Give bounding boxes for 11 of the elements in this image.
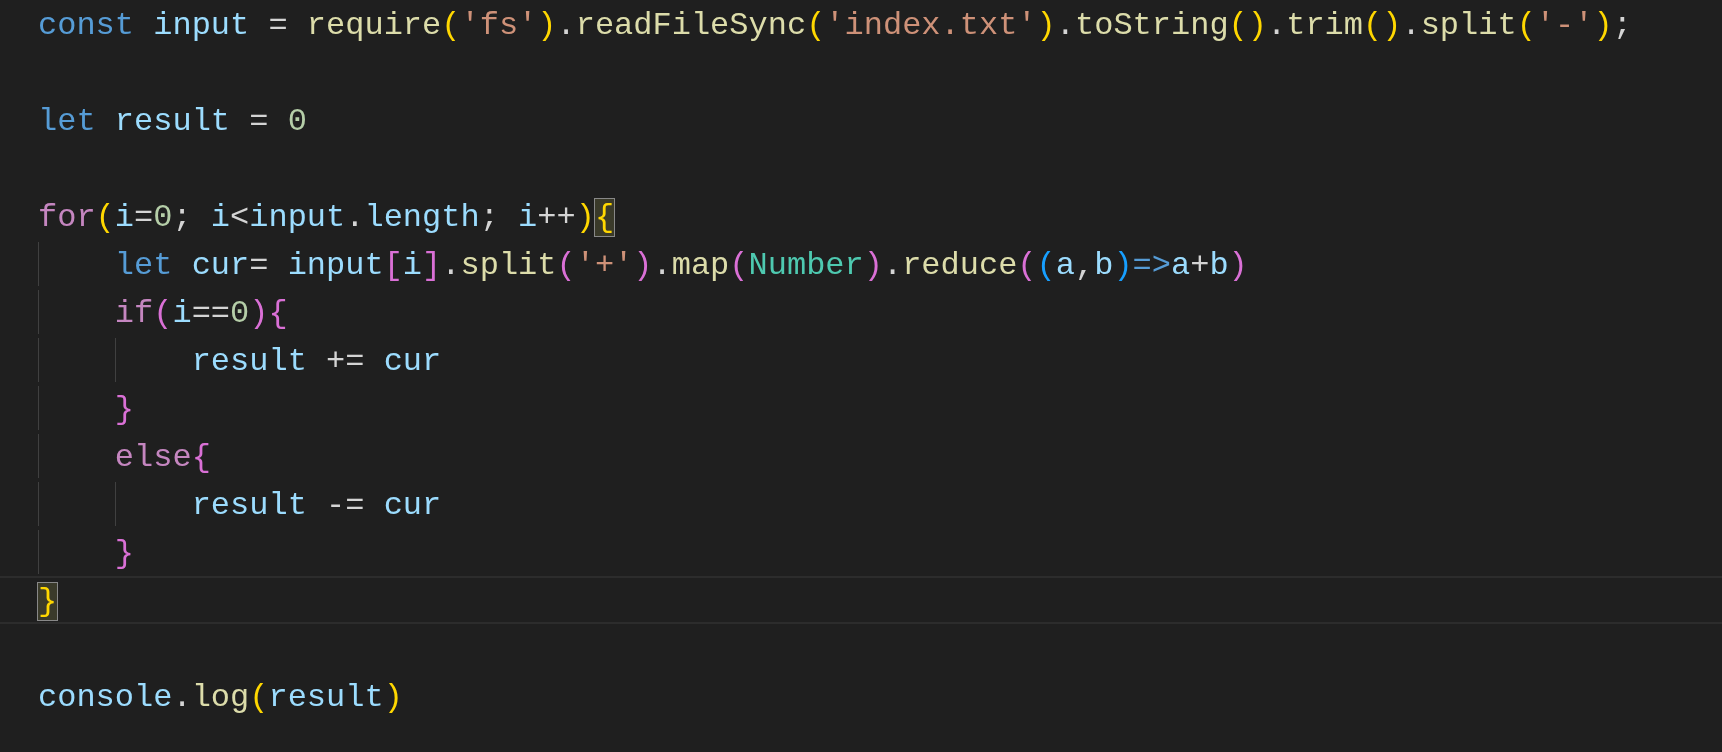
code-line: result -= cur xyxy=(191,486,442,526)
code-line: } xyxy=(114,534,134,574)
code-line: console.log(result) xyxy=(38,678,403,718)
code-line: } xyxy=(114,390,134,430)
code-line: const input = require('fs').readFileSync('index.txt').toString().trim().split('-'); xyxy=(38,6,1632,46)
code-line: let result = 0 xyxy=(38,102,307,142)
code-line: let cur= input[i].split('+').map(Number).reduce((a,b)=>a+b) xyxy=(114,246,1248,286)
code-line: else{ xyxy=(114,438,211,478)
code-line: for(i=0; i<input.length; i++){ xyxy=(38,198,615,238)
code-line: if(i==0){ xyxy=(114,294,288,334)
code-line: result += cur xyxy=(191,342,442,382)
